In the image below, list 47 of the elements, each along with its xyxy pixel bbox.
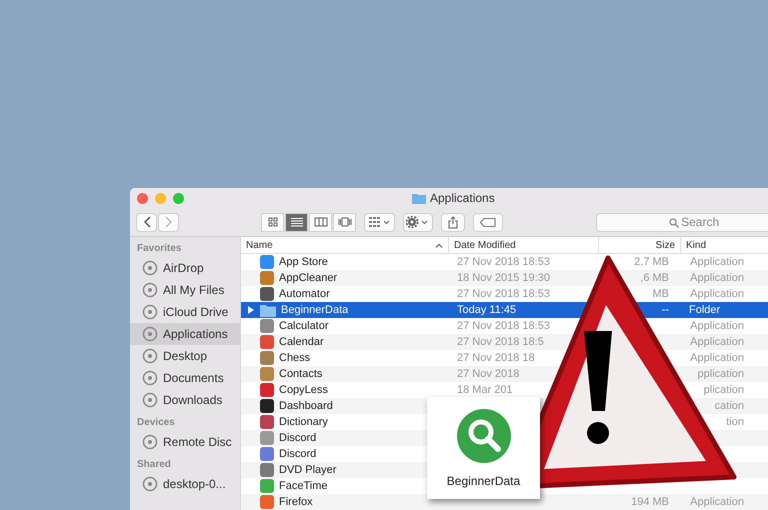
file-kind: Application	[689, 496, 744, 508]
sidebar-heading: Shared	[136, 458, 172, 472]
file-name: Calculator	[279, 320, 329, 332]
date-modified: 27 Nov 2018 18:53	[457, 288, 550, 300]
app-name: BeginnerData	[446, 474, 520, 488]
file-name: DVD Player	[279, 464, 336, 476]
date-modified: Today 11:45	[457, 304, 516, 316]
file-name: Chess	[279, 352, 310, 364]
file-kind: cation	[714, 400, 744, 412]
sidebar-heading: Devices	[136, 416, 176, 430]
file-size: MB	[652, 288, 669, 300]
date-modified: 27 Nov 2018 18:53	[457, 320, 550, 332]
file-kind: Application	[689, 288, 744, 300]
file-name: App Store	[279, 256, 328, 268]
file-size: ,6 MB	[640, 272, 669, 284]
file-name: Discord	[279, 448, 316, 460]
file-name: AppCleaner	[279, 272, 338, 284]
file-kind: Application	[689, 272, 744, 284]
date-modified: 18 Nov 2015 19:30	[457, 272, 550, 284]
file-name: Calendar	[279, 336, 324, 348]
file-name: BeginnerData	[281, 304, 348, 316]
file-name: Automator	[279, 288, 330, 300]
date-modified: 27 Nov 2018	[457, 368, 520, 380]
file-name: FaceTime	[279, 480, 328, 492]
file-kind: Application	[689, 256, 744, 268]
date-modified: 27 Nov 2018 18	[457, 352, 535, 364]
file-kind: Application	[689, 352, 744, 364]
file-kind: Folder	[689, 304, 720, 316]
date-modified: 18 Mar 201	[457, 384, 513, 396]
file-name: Discord	[279, 432, 316, 444]
file-size: --	[662, 304, 669, 316]
file-name: Dictionary	[279, 416, 328, 428]
date-modified: 27 Nov 2018 18:5	[457, 336, 544, 348]
file-kind: Application	[689, 336, 744, 348]
file-kind: tion	[725, 416, 744, 428]
sidebar-heading: Favorites	[136, 242, 182, 256]
file-kind: plication	[702, 384, 744, 396]
file-size: 194 MB	[631, 496, 669, 508]
window-title: Applications	[430, 191, 495, 205]
file-name: CopyLess	[279, 384, 328, 396]
file-kind: Application	[689, 320, 744, 332]
file-kind: pplication	[696, 368, 744, 380]
file-name: Dashboard	[279, 400, 333, 412]
file-name: Contacts	[279, 368, 322, 380]
file-size: 2,7 MB	[634, 256, 669, 268]
file-name: Firefox	[279, 496, 313, 508]
date-modified: 27 Nov 2018 18:53	[457, 256, 550, 268]
